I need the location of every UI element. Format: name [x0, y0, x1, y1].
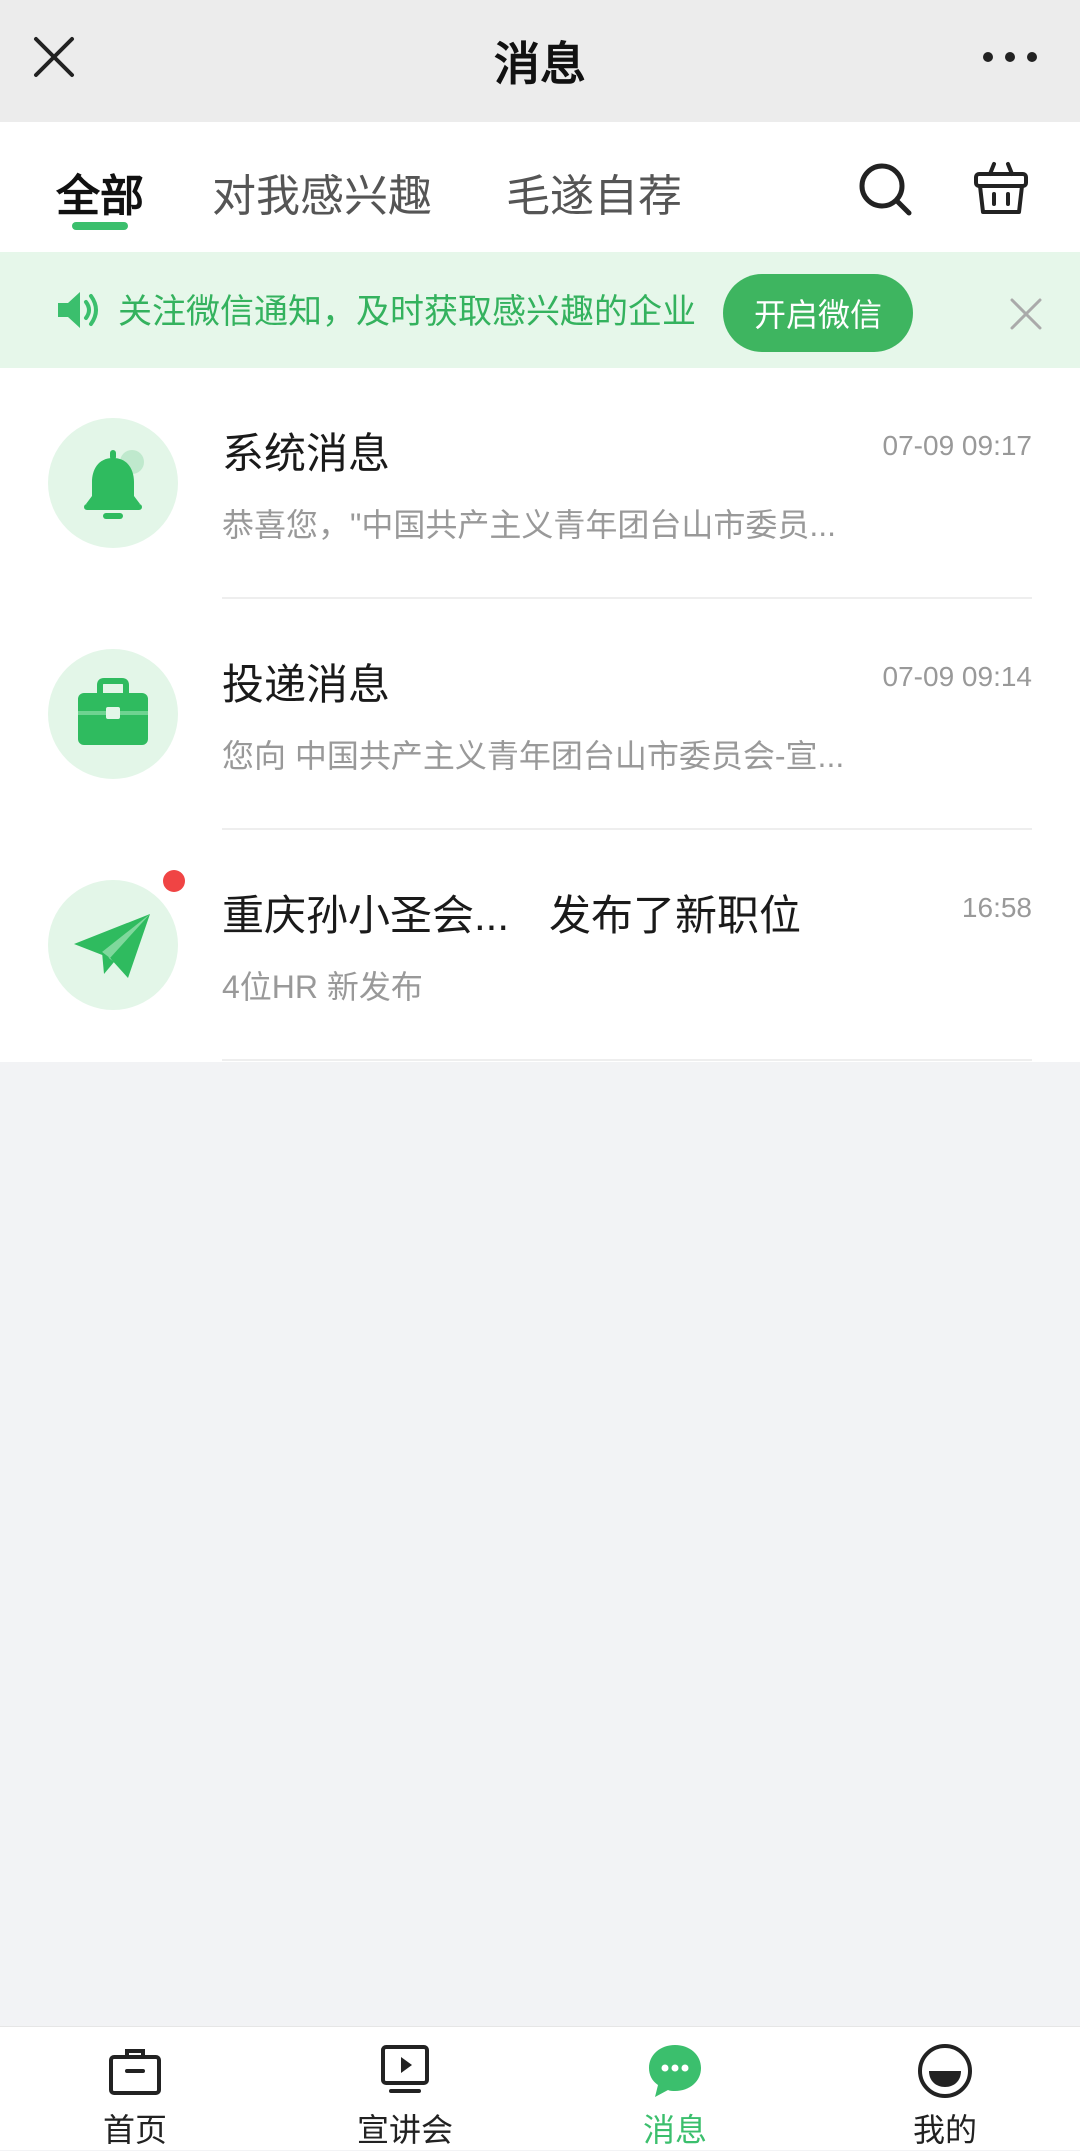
list-item-system-message[interactable]: 系统消息 07-09 09:17 恭喜您，"中国共产主义青年团台山市委员...	[0, 368, 1080, 599]
message-title: 系统消息	[222, 430, 391, 477]
unread-badge	[163, 870, 185, 892]
notice-text: 关注微信通知，及时获取感兴趣的企业	[118, 293, 696, 331]
nav-label: 我的	[912, 2112, 977, 2148]
more-icon[interactable]	[980, 40, 1040, 74]
page-title: 消息	[494, 38, 586, 90]
message-title: 重庆孙小圣会... 发布了新职位	[222, 882, 801, 943]
message-time: 07-09 09:17	[882, 430, 1032, 461]
profile-face-icon	[918, 2044, 972, 2098]
nav-label: 消息	[642, 2112, 707, 2148]
list-item-new-job-message[interactable]: 重庆孙小圣会... 发布了新职位 16:58 4位HR 新发布	[0, 830, 1080, 1061]
nav-profile[interactable]: 我的	[810, 2027, 1080, 2151]
message-preview: 您向 中国共产主义青年团台山市委员会-宣...	[222, 738, 845, 774]
message-title: 投递消息	[222, 661, 391, 708]
message-time: 16:58	[961, 892, 1032, 923]
tab-interested-in-me[interactable]: 对我感兴趣	[212, 160, 432, 224]
active-tab-indicator	[72, 222, 128, 230]
message-preview: 4位HR 新发布	[222, 969, 423, 1005]
home-briefcase-icon	[109, 2049, 161, 2095]
message-time: 07-09 09:14	[882, 661, 1032, 692]
basket-icon[interactable]	[972, 160, 1030, 218]
company-name: 重庆孙小圣会...	[222, 892, 510, 939]
message-preview: 恭喜您，"中国共产主义青年团台山市委员...	[222, 507, 837, 543]
paper-plane-icon	[74, 914, 150, 978]
speaker-icon	[58, 292, 98, 328]
briefcase-icon	[78, 678, 148, 745]
enable-wechat-button[interactable]: 开启微信	[723, 274, 913, 352]
nav-seminar[interactable]: 宣讲会	[270, 2027, 540, 2151]
wechat-notice-banner: 关注微信通知，及时获取感兴趣的企业 开启微信	[0, 252, 1080, 368]
nav-label: 首页	[102, 2112, 167, 2148]
message-bubble-icon	[649, 2045, 701, 2097]
bell-icon	[84, 450, 144, 519]
nav-messages[interactable]: 消息	[540, 2027, 810, 2151]
search-icon[interactable]	[856, 160, 914, 218]
message-list: 系统消息 07-09 09:17 恭喜您，"中国共产主义青年团台山市委员... …	[0, 368, 1080, 1062]
tab-self-recommend[interactable]: 毛遂自荐	[506, 160, 682, 224]
nav-home[interactable]: 首页	[0, 2027, 270, 2151]
close-icon[interactable]	[30, 33, 78, 81]
divider	[222, 1059, 1032, 1061]
presentation-icon	[381, 2045, 429, 2093]
nav-label: 宣讲会	[356, 2112, 453, 2148]
avatar	[48, 649, 178, 779]
tab-bar: 全部 对我感兴趣 毛遂自荐	[0, 122, 1080, 252]
close-notice-icon[interactable]	[1008, 296, 1044, 332]
title-bar: 消息	[0, 0, 1080, 122]
bottom-nav: 首页 宣讲会 消息 我的	[0, 2026, 1080, 2150]
list-item-delivery-message[interactable]: 投递消息 07-09 09:14 您向 中国共产主义青年团台山市委员会-宣...	[0, 599, 1080, 830]
tab-all[interactable]: 全部	[56, 160, 144, 224]
avatar	[48, 880, 178, 1010]
avatar	[48, 418, 178, 548]
message-title-suffix: 发布了新职位	[549, 892, 802, 939]
